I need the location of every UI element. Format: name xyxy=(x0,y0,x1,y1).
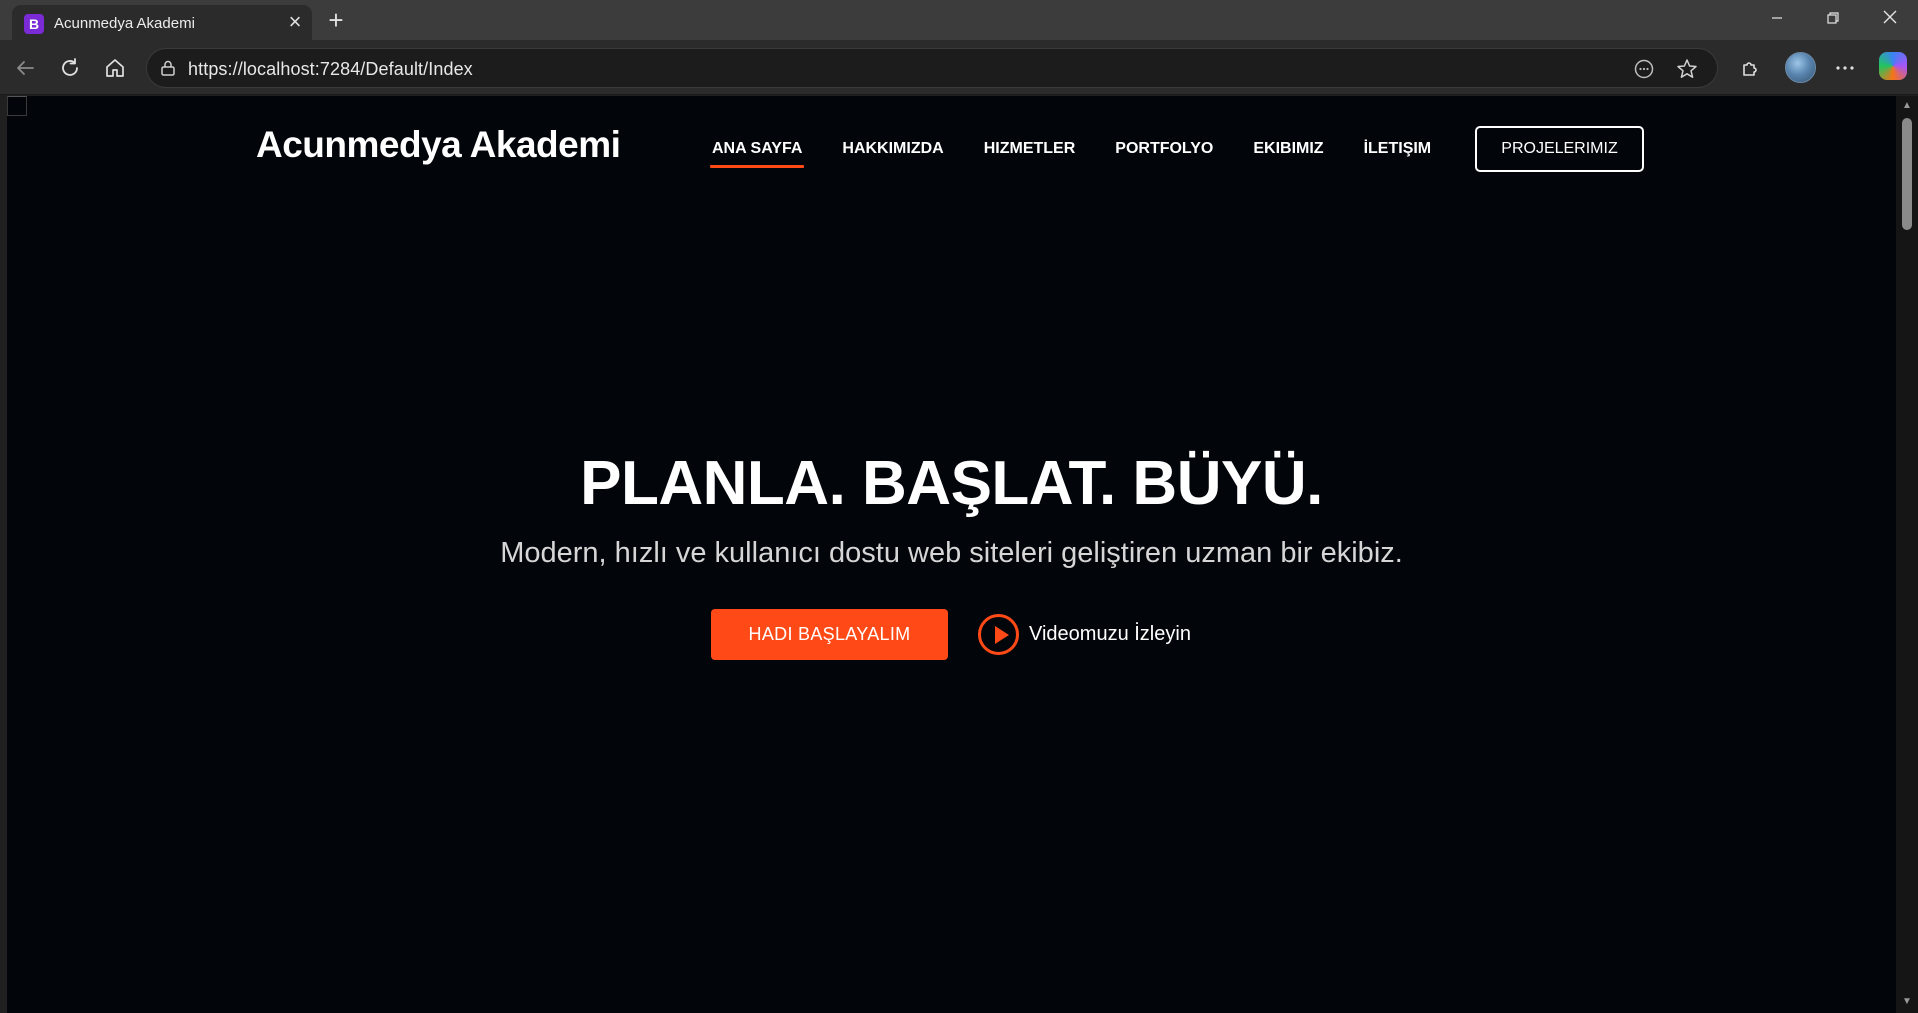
home-icon[interactable] xyxy=(101,54,129,82)
site-logo[interactable]: Acunmedya Akademi xyxy=(256,124,621,166)
address-bar[interactable]: https://localhost:7284/Default/Index xyxy=(146,48,1718,88)
new-tab-icon[interactable]: + xyxy=(322,7,350,35)
tab-favicon-icon: B xyxy=(24,14,44,34)
nav-item-team[interactable]: EKIBIMIZ xyxy=(1253,140,1323,158)
browser-titlebar: B Acunmedya Akademi × + xyxy=(0,0,1918,40)
page-scrollbar[interactable]: ▲ ▼ xyxy=(1896,96,1918,1013)
hero-subtitle: Modern, hızlı ve kullanıcı dostu web sit… xyxy=(500,537,1403,569)
nav-item-portfolio[interactable]: PORTFOLYO xyxy=(1115,140,1213,158)
projects-button[interactable]: PROJELERIMIZ xyxy=(1475,126,1644,172)
scroll-up-arrow-icon[interactable]: ▲ xyxy=(1901,100,1913,112)
watch-video-label[interactable]: Videomuzu İzleyin xyxy=(1029,623,1191,646)
scroll-down-arrow-icon[interactable]: ▼ xyxy=(1901,996,1913,1008)
broken-image-icon xyxy=(7,96,27,116)
favorite-star-icon[interactable] xyxy=(1675,57,1699,86)
play-icon[interactable] xyxy=(978,613,1019,655)
scrollbar-thumb[interactable] xyxy=(1902,118,1912,230)
page-viewport: Acunmedya Akademi ANA SAYFA HAKKIMIZDA H… xyxy=(7,96,1896,1013)
more-menu-icon[interactable] xyxy=(1831,54,1859,82)
profile-avatar[interactable] xyxy=(1785,52,1816,83)
nav-item-home[interactable]: ANA SAYFA xyxy=(709,140,805,168)
hero-title: PLANLA. BAŞLAT. BÜYÜ. xyxy=(580,449,1323,518)
back-icon[interactable] xyxy=(11,54,39,82)
close-window-icon[interactable] xyxy=(1862,0,1918,40)
tab-close-icon[interactable]: × xyxy=(284,11,306,33)
minimize-icon[interactable] xyxy=(1749,0,1805,40)
nav-item-contact[interactable]: İLETIŞIM xyxy=(1364,140,1432,158)
copilot-icon[interactable] xyxy=(1879,52,1907,80)
reload-icon[interactable] xyxy=(56,54,84,82)
extensions-icon[interactable] xyxy=(1736,54,1764,82)
read-aloud-icon[interactable] xyxy=(1633,58,1655,85)
browser-tab[interactable]: B Acunmedya Akademi × xyxy=(12,5,312,40)
tab-title: Acunmedya Akademi xyxy=(54,15,195,32)
main-nav: ANA SAYFA HAKKIMIZDA HIZMETLER PORTFOLYO… xyxy=(709,140,1471,168)
site-info-icon[interactable] xyxy=(159,59,177,82)
get-started-button[interactable]: HADI BAŞLAYALIM xyxy=(711,609,948,660)
url-text: https://localhost:7284/Default/Index xyxy=(188,59,473,79)
nav-item-about[interactable]: HAKKIMIZDA xyxy=(842,140,943,158)
restore-icon[interactable] xyxy=(1805,0,1861,40)
watch-video-link[interactable]: Videomuzu İzleyin xyxy=(978,612,1191,656)
browser-toolbar: https://localhost:7284/Default/Index xyxy=(0,40,1918,95)
nav-item-services[interactable]: HIZMETLER xyxy=(984,140,1076,158)
